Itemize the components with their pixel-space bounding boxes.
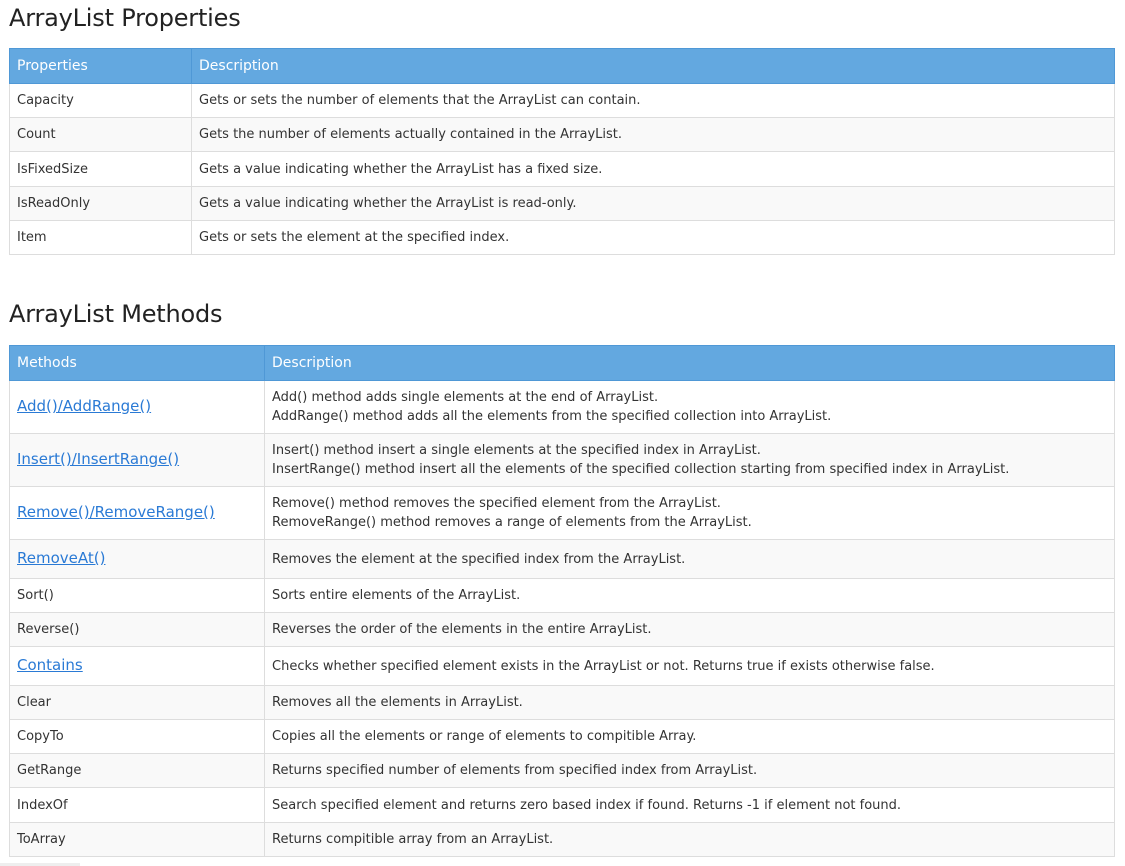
method-description: Removes all the elements in ArrayList. [264,685,1115,720]
method-description: Removes the element at the specified ind… [264,539,1115,579]
description-line: Removes all the elements in ArrayList. [272,695,523,710]
property-name: Item [9,220,192,255]
method-description: Reverses the order of the elements in th… [264,612,1115,647]
table-row: ToArray Returns compitible array from an … [9,822,1115,857]
method-name-cell: Insert()/InsertRange() [9,433,265,487]
description-line: Checks whether specified element exists … [272,658,935,674]
description-line: Removes the element at the specified ind… [272,551,686,567]
properties-header-row: Properties Description [9,48,1115,84]
description-line: InsertRange() method insert all the elem… [272,462,1010,477]
description-line: Copies all the elements or range of elem… [272,729,697,744]
description-column-header: Description [191,48,1115,84]
method-name-cell: Remove()/RemoveRange() [9,486,265,540]
methods-header-row: Methods Description [9,345,1115,381]
method-name-cell: Contains [9,646,265,686]
method-name-cell: GetRange [9,753,265,788]
method-description: Sorts entire elements of the ArrayList. [264,578,1115,613]
method-name-cell: Sort() [9,578,265,613]
table-row: Capacity Gets or sets the number of eleme… [9,83,1115,118]
method-description: Insert() method insert a single elements… [264,433,1115,487]
table-row: Add()/AddRange() Add() method adds single… [9,380,1115,434]
property-description: Gets a value indicating whether the Arra… [191,151,1115,187]
methods-heading: ArrayList Methods [9,300,223,328]
table-row: Count Gets the number of elements actuall… [9,117,1115,152]
description-line: RemoveRange() method removes a range of … [272,515,752,530]
method-name-cell: ToArray [9,822,265,857]
table-row: RemoveAt() Removes the element at the spe… [9,539,1115,579]
method-name-cell: IndexOf [9,787,265,823]
properties-column-header: Properties [9,48,192,84]
method-description: Search specified element and returns zer… [264,787,1115,823]
method-link[interactable]: Contains [17,656,83,674]
method-name-cell: Add()/AddRange() [9,380,265,434]
table-row: IsReadOnly Gets a value indicating whethe… [9,186,1115,221]
method-description: Copies all the elements or range of elem… [264,719,1115,754]
description-line: Search specified element and returns zer… [272,797,902,813]
table-row: Reverse() Reverses the order of the eleme… [9,612,1115,647]
method-description: Returns specified number of elements fro… [264,753,1115,788]
table-row: Item Gets or sets the element at the spec… [9,220,1115,255]
table-row: Contains Checks whether specified element… [9,646,1115,686]
description-line: Add() method adds single elements at the… [272,390,659,405]
table-row: Remove()/RemoveRange() Remove() method re… [9,486,1115,540]
table-row: IsFixedSize Gets a value indicating wheth… [9,151,1115,187]
description-line: Returns compitible array from an ArrayLi… [272,832,554,847]
table-row: GetRange Returns specified number of elem… [9,753,1115,788]
table-row: Insert()/InsertRange() Insert() method in… [9,433,1115,487]
description-line: Insert() method insert a single elements… [272,443,761,458]
property-name: IsFixedSize [9,151,192,187]
property-name: IsReadOnly [9,186,192,221]
description-line: Returns specified number of elements fro… [272,763,758,778]
property-description: Gets or sets the number of elements that… [191,83,1115,118]
description-line: Reverses the order of the elements in th… [272,622,652,637]
method-description: Returns compitible array from an ArrayLi… [264,822,1115,857]
method-name-cell: CopyTo [9,719,265,754]
properties-heading: ArrayList Properties [9,4,241,32]
methods-column-header: Methods [9,345,265,381]
methods-table: Methods Description Add()/AddRange() Add(… [9,345,1115,857]
description-line: AddRange() method adds all the elements … [272,409,832,424]
description-line: Remove() method removes the specified el… [272,496,721,511]
method-name-cell: RemoveAt() [9,539,265,579]
property-name: Count [9,117,192,152]
method-name-cell: Reverse() [9,612,265,647]
table-row: Sort() Sorts entire elements of the Array… [9,578,1115,613]
properties-table: Properties Description Capacity Gets or s… [9,48,1115,255]
method-link[interactable]: RemoveAt() [17,549,105,567]
property-description: Gets a value indicating whether the Arra… [191,186,1115,221]
method-description: Add() method adds single elements at the… [264,380,1115,434]
method-name-cell: Clear [9,685,265,720]
property-description: Gets or sets the element at the specifie… [191,220,1115,255]
method-description: Remove() method removes the specified el… [264,486,1115,540]
property-name: Capacity [9,83,192,118]
method-link[interactable]: Add()/AddRange() [17,397,151,415]
table-row: CopyTo Copies all the elements or range o… [9,719,1115,754]
property-description: Gets the number of elements actually con… [191,117,1115,152]
table-row: Clear Removes all the elements in ArrayLi… [9,685,1115,720]
method-link[interactable]: Insert()/InsertRange() [17,450,179,468]
method-description: Checks whether specified element exists … [264,646,1115,686]
method-link[interactable]: Remove()/RemoveRange() [17,503,215,521]
description-line: Sorts entire elements of the ArrayList. [272,588,521,603]
table-row: IndexOf Search specified element and retu… [9,787,1115,823]
description-column-header: Description [264,345,1115,381]
